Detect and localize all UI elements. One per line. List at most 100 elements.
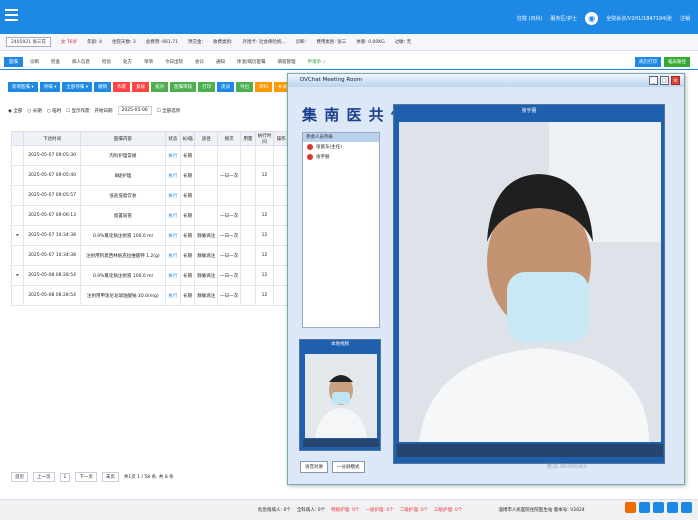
new-order-button[interactable]: 新增医嘱 ▾ [8,82,38,92]
tray-icon[interactable] [639,502,650,513]
stop-all-button[interactable]: 全部停嘱 ▾ [62,82,93,92]
table-cell: 长期 [179,225,196,246]
transfer-button[interactable]: 转科 [255,82,273,92]
dept-label[interactable]: 服务区/护士 [550,15,577,22]
skin-test-button[interactable]: 皮试 [217,82,235,92]
table-cell: 一日一次 [217,285,242,306]
tab-patient-info[interactable]: 病人信息 [67,57,95,67]
pager-prev[interactable]: 上一页 [33,472,55,482]
local-video-caption: 本地视频 [331,342,349,347]
status-critical: 危急值病人: 0个 [258,508,291,513]
tray-icon[interactable] [681,502,692,513]
tab-discharge[interactable]: 今日出院 [160,57,188,67]
table-cell: 2025-05-07 10:34:38 [23,245,81,266]
table-row[interactable]: 2025-05-07 09:05:30 内科护理常规 执行 长期 [10,145,289,166]
table-cell: 执行 [165,245,181,266]
filter-all[interactable]: ◉ 全部 [8,108,22,114]
minimize-button[interactable]: _ [649,76,658,85]
tray-icon[interactable] [653,502,664,513]
tab-orders[interactable]: 医嘱 [4,56,23,67]
table-cell: 2025-05-07 09:05:57 [23,185,81,206]
windows-watermark: 激活 Windows [546,463,587,470]
table-cell: 静脉滴注 [194,225,219,246]
avatar[interactable]: ◉ [585,12,599,25]
maximize-button[interactable]: □ [660,76,669,85]
table-cell: 静脉滴注 [194,245,219,266]
table-cell: 长期 [179,185,196,206]
revoke-button[interactable]: 撤销 [94,82,112,92]
tab-request[interactable]: 申请单 ✓ [303,57,332,67]
tab-prescription[interactable]: 处方 [118,57,137,67]
pager-first[interactable]: 首页 [11,472,28,482]
print-button[interactable]: 打印 [198,82,216,92]
start-date-input[interactable]: 2025-05-06 [117,106,152,115]
tab-course[interactable]: 病程管理 [273,57,301,67]
patient-bar: 2405921 张三花 女 76岁 年龄: 4 住院天数: 3 总费用: 661… [0,34,698,51]
participant-list: 参会人员列表 张富东(主任) 张宇朋 [302,132,380,328]
filter-check-all[interactable]: ☐ 全部选项 [157,108,180,114]
pager: 首页 上一页 1 下一页 末页 共1页 1 / 58 条, 共 8 条 [11,472,174,482]
filter-long[interactable]: ○ 长期 [27,108,41,114]
table-cell: 长期 [179,265,196,286]
table-cell [217,145,242,166]
close-button[interactable]: × [671,76,680,85]
pager-next[interactable]: 下一页 [75,472,97,482]
table-cell: 2025-05-08 08:28:54 [23,285,81,306]
table-row[interactable]: 2025-05-07 09:05:40 Ⅲ级护理 执行 长期 一日一次 12 [10,165,289,186]
table-cell [254,145,275,166]
user-name: 全院会诊/V2H1/1847194|张 [606,16,672,22]
audit-button[interactable]: 医嘱审核 [170,82,197,92]
print-record-button[interactable]: 病历打印 [635,57,661,67]
patient-allergy: 过敏: 无 [394,40,412,45]
participant-item[interactable]: 张宇朋 [303,152,379,162]
user-area: 住院 (内科) [516,16,543,22]
table-cell [10,245,25,266]
meeting-title[interactable]: DVChat Meeting Room [288,74,684,87]
stop-order-button[interactable]: 停嘱 ▾ [39,82,61,92]
table-cell [240,285,256,306]
col-route: 途径 [194,131,219,146]
tab-single[interactable]: 单项 [139,57,158,67]
menu-icon[interactable] [5,9,18,21]
tab-lab[interactable]: 检验 [97,57,116,67]
table-row[interactable]: 2025-05-08 08:28:54 注射用甲泼尼龙琥珀酸钠 20.0(mg) 执… [10,285,289,306]
table-row[interactable]: ▸ 2025-05-08 08:28:54 0.9%氯化钠注射液 100.0 ml 执… [10,265,289,286]
tab-temperature[interactable]: 体温/病历医嘱 [232,57,271,67]
filter-show-void[interactable]: ☐ 显示作废 [66,108,89,114]
tab-diagnosis[interactable]: 诊断 [25,57,44,67]
void-button[interactable]: 作废 [113,82,131,92]
tray-icon[interactable] [667,502,678,513]
table-cell: 2025-05-07 09:05:40 [23,165,81,186]
local-video-controls[interactable] [303,439,379,447]
status-level1: 一级护理: 0个 [365,508,394,513]
status-level3: 三级护理: 0个 [434,508,463,513]
export-button[interactable]: 导出 [236,82,254,92]
clinical-path-button[interactable]: 临床路径 [664,57,690,67]
table-row[interactable]: 2025-05-07 09:05:57 低盐低脂饮食 执行 长期 [10,185,289,206]
status-hospital: 淄博市人民医院住院医生站 版本号: V2024 [498,508,585,513]
layout-select[interactable]: 一分屏模式 [332,461,365,473]
remote-video-image [399,122,661,442]
verify-button[interactable]: 核对 [151,82,169,92]
tab-consult[interactable]: 会诊 [190,57,209,67]
pager-last[interactable]: 末页 [101,472,119,482]
tab-notice[interactable]: 通知 [211,57,230,67]
patient-select[interactable]: 2405921 张三花 [6,37,51,47]
filter-temp[interactable]: ○ 临时 [47,108,61,114]
table-row[interactable]: ▸ 2025-05-07 10:34:38 0.9%氯化钠注射液 100.0 ml 执… [10,225,289,246]
remote-video-controls[interactable] [397,444,663,457]
table-cell: 一日一次 [217,165,242,186]
pager-page[interactable]: 1 [59,472,71,482]
tab-exam[interactable]: 检查 [46,57,65,67]
recheck-button[interactable]: 复核 [132,82,150,92]
patient-age: 年龄: 4 [87,40,102,45]
table-row[interactable]: 2025-05-07 10:34:38 注射用阿莫西林钠克拉维酸钾 1.2(g) 执… [10,245,289,266]
voice-button[interactable]: 语音对讲 [300,461,328,473]
table-cell [240,205,256,226]
top-bar: 住院 (内科) 服务区/护士 ◉ 全院会诊/V2H1/1847194|张 注销 [0,0,698,34]
table-row[interactable]: 2025-05-07 09:06:13 留置尿管 执行 长期 一日一次 12 [10,205,289,226]
table-cell: 0.9%氯化钠注射液 100.0 ml [79,225,167,246]
ime-icon[interactable] [625,502,636,513]
logout-button[interactable]: 注销 [680,15,690,22]
participant-item[interactable]: 张富东(主任) [303,142,379,152]
